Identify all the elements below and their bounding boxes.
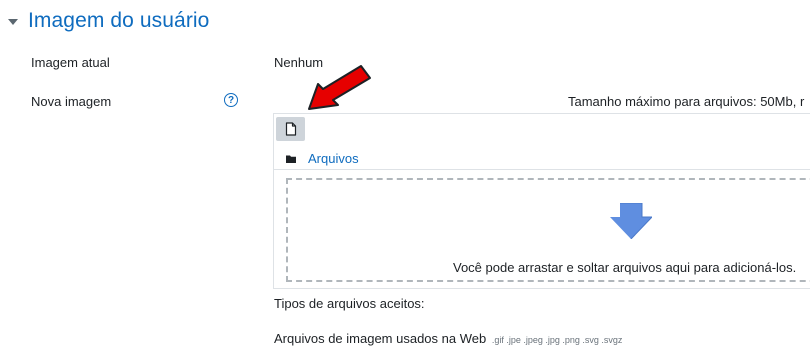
red-pointer-arrow-icon	[308, 65, 371, 110]
question-circle-icon[interactable]: ?	[224, 93, 238, 107]
folder-icon	[286, 155, 296, 163]
file-picker-divider	[274, 169, 810, 170]
accepted-types-title: Tipos de arquivos aceitos:	[274, 296, 425, 311]
accepted-extensions: .gif .jpe .jpeg .jpg .png .svg .svgz	[491, 335, 623, 345]
new-image-label: Nova imagem	[31, 94, 112, 109]
current-image-label: Imagem atual	[31, 55, 110, 70]
file-icon	[285, 122, 296, 136]
section-header[interactable]: Imagem do usuário	[8, 6, 209, 36]
drop-zone[interactable]: Você pode arrastar e soltar arquivos aqu…	[286, 178, 810, 282]
arrow-down-icon	[610, 203, 652, 239]
section-title[interactable]: Imagem do usuário	[28, 9, 209, 33]
file-path-breadcrumb: Arquivos	[286, 151, 359, 166]
accepted-group-label: Arquivos de imagem usados na Web	[274, 331, 487, 346]
max-file-size-text: Tamanho máximo para arquivos: 50Mb, r	[568, 94, 805, 109]
files-folder-link[interactable]: Arquivos	[308, 151, 359, 166]
accepted-types-list: Arquivos de imagem usados na Web .gif .j…	[274, 331, 622, 346]
collapse-caret-icon[interactable]	[8, 19, 18, 25]
add-file-button[interactable]	[276, 117, 305, 141]
file-picker: Arquivos Você pode arrastar e soltar arq…	[273, 113, 810, 289]
drop-zone-text: Você pode arrastar e soltar arquivos aqu…	[453, 260, 797, 275]
